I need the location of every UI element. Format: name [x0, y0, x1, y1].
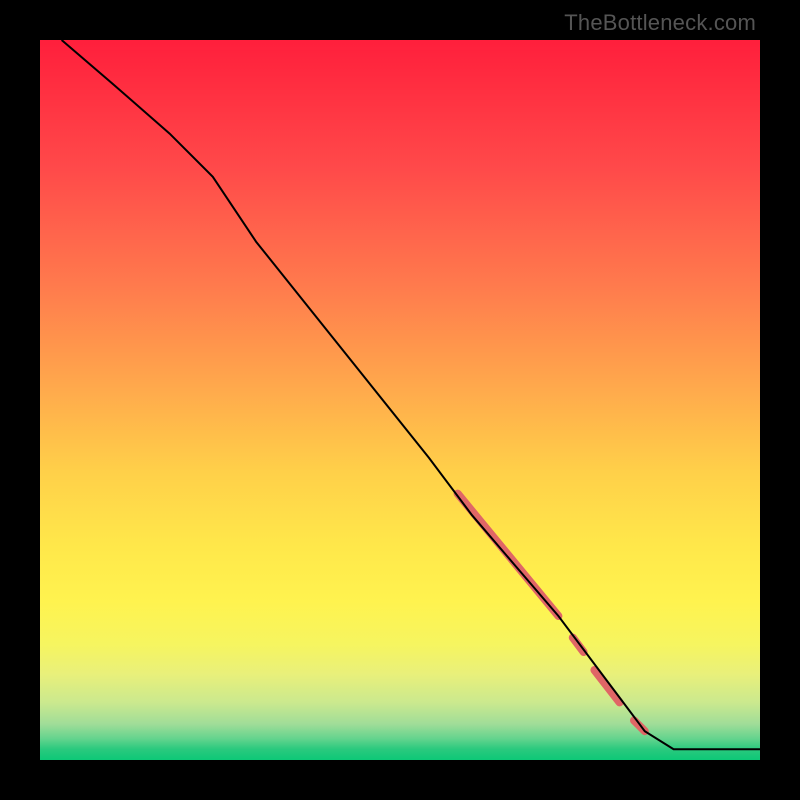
highlight-segment [573, 638, 584, 652]
chart-svg [40, 40, 760, 760]
plot-area [40, 40, 760, 760]
highlight-layer [458, 494, 645, 732]
highlight-segment [594, 670, 619, 702]
watermark-text: TheBottleneck.com [564, 10, 756, 36]
series-line [62, 40, 760, 749]
line-layer [62, 40, 760, 749]
chart-stage: TheBottleneck.com [0, 0, 800, 800]
